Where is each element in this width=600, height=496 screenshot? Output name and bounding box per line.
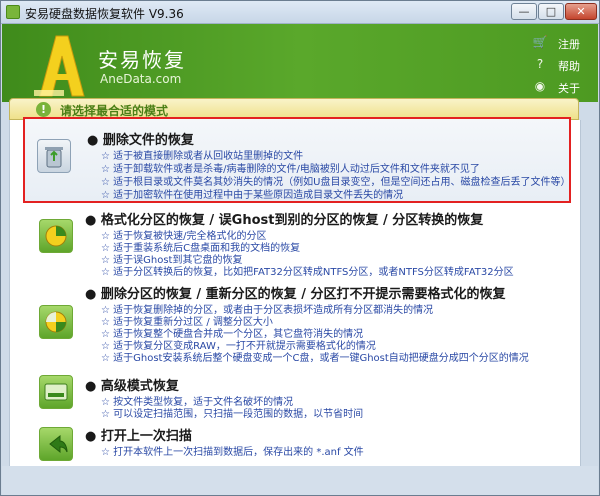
brand-name: 安易恢复 (98, 48, 186, 72)
app-window: 安易硬盘数据恢复软件 V9.36 — □ ✕ 安易恢复 AneData.com … (0, 0, 600, 496)
exclamation-icon: ! (36, 102, 51, 117)
minimize-button[interactable]: — (511, 3, 537, 20)
recycle-bin-icon (37, 139, 71, 173)
option-advanced-mode[interactable]: ● 高级模式恢复 ☆ 按文件类型恢复，适于文件名破坏的情况 ☆ 可以设定扫描范围… (9, 375, 569, 420)
option-format-recovery[interactable]: ● 格式化分区的恢复 / 误Ghost到别的分区的恢复 / 分区转换的恢复 ☆ … (9, 207, 569, 278)
footer-band (2, 466, 598, 495)
option-detail: ☆ 适于分区转换后的恢复，比如把FAT32分区转成NTFS分区，或者NTFS分区… (101, 267, 514, 278)
info-icon: ◉ (534, 79, 546, 93)
header-banner: 安易恢复 AneData.com 🛒 注册 ? 帮助 ◉ 关于 (2, 24, 598, 102)
title-bar[interactable]: 安易硬盘数据恢复软件 V9.36 — □ ✕ (1, 1, 599, 24)
brand-site: AneData.com (100, 72, 182, 86)
partition-icon (39, 305, 73, 339)
register-label: 注册 (558, 38, 580, 51)
option-detail: ☆ 打开本软件上一次扫描到数据后，保存出来的 *.anf 文件 (101, 447, 364, 458)
option-title: ● 打开上一次扫描 (85, 429, 192, 444)
option-title-text: 删除文件的恢复 (102, 133, 194, 148)
hard-disk-icon (39, 375, 73, 409)
option-title-text: 删除分区的恢复 / 重新分区的恢复 / 分区打不开提示需要格式化的恢复 (100, 287, 506, 302)
option-detail: ☆ 可以设定扫描范围，只扫描一段范围的数据，以节省时间 (101, 409, 364, 420)
option-open-last-scan[interactable]: ● 打开上一次扫描 ☆ 打开本软件上一次扫描到数据后，保存出来的 *.anf 文… (9, 425, 569, 461)
option-title: ● 格式化分区的恢复 / 误Ghost到别的分区的恢复 / 分区转换的恢复 (85, 213, 484, 228)
option-title: ● 高级模式恢复 (85, 379, 179, 394)
option-title-text: 打开上一次扫描 (100, 429, 192, 444)
option-title-text: 高级模式恢复 (100, 379, 179, 394)
option-partition-recovery[interactable]: ● 删除分区的恢复 / 重新分区的恢复 / 分区打不开提示需要格式化的恢复 ☆ … (9, 283, 569, 364)
about-label: 关于 (558, 82, 580, 95)
cart-icon: 🛒 (532, 35, 548, 49)
maximize-button[interactable]: □ (538, 3, 564, 20)
back-arrow-icon (39, 427, 73, 461)
option-title: ● 删除分区的恢复 / 重新分区的恢复 / 分区打不开提示需要格式化的恢复 (85, 287, 506, 302)
option-deleted-file-recovery[interactable]: ● 删除文件的恢复 ☆ 适于被直接删除或者从回收站里删掉的文件 ☆ 适于卸载软件… (23, 117, 571, 203)
help-label: 帮助 (558, 60, 580, 73)
option-title: ● 删除文件的恢复 (87, 133, 194, 148)
close-button[interactable]: ✕ (565, 3, 597, 20)
option-detail: ☆ 适于加密软件在使用过程中由于某些原因造成目录文件丢失的情况 (101, 190, 404, 201)
option-detail: ☆ 适于Ghost安装系统后整个硬盘变成一个C盘，或者一键Ghost自动把硬盘分… (101, 353, 529, 364)
logo-a-icon (34, 35, 85, 97)
option-title-text: 格式化分区的恢复 / 误Ghost到别的分区的恢复 / 分区转换的恢复 (100, 213, 484, 228)
app-icon (6, 5, 20, 19)
help-icon: ? (536, 57, 544, 71)
window-title: 安易硬盘数据恢复软件 V9.36 (25, 7, 184, 21)
format-disk-icon (39, 219, 73, 253)
